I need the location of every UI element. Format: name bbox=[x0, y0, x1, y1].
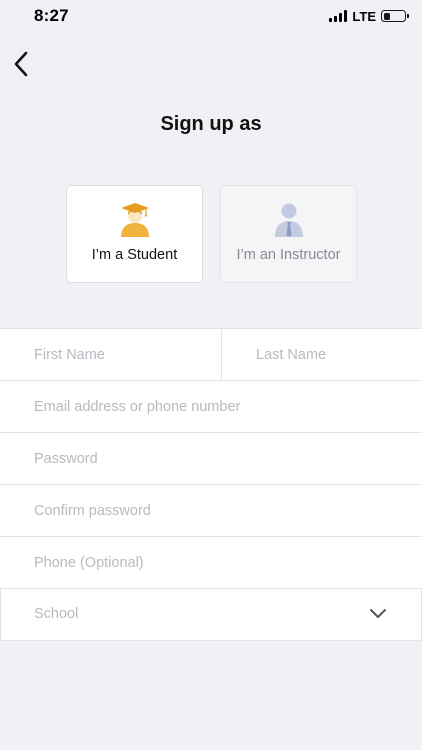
confirm-password-field[interactable] bbox=[0, 485, 422, 536]
instructor-role-label: I’m an Instructor bbox=[236, 247, 341, 263]
confirm-password-row bbox=[0, 485, 422, 537]
page-title: Sign up as bbox=[160, 113, 262, 135]
password-field[interactable] bbox=[0, 433, 422, 484]
status-indicators: LTE bbox=[329, 8, 409, 24]
student-role-card[interactable]: I’m a Student bbox=[66, 185, 203, 283]
signal-icon bbox=[329, 10, 348, 22]
battery-icon bbox=[381, 10, 409, 22]
email-field[interactable] bbox=[0, 381, 422, 432]
network-type: LTE bbox=[352, 8, 376, 24]
instructor-icon bbox=[274, 203, 303, 237]
graduate-icon bbox=[120, 203, 149, 237]
school-placeholder: School bbox=[34, 606, 79, 622]
chevron-left-icon bbox=[14, 51, 28, 77]
back-button[interactable] bbox=[6, 48, 36, 80]
first-name-field[interactable] bbox=[0, 329, 222, 380]
battery-level bbox=[383, 12, 390, 20]
last-name-field[interactable] bbox=[222, 329, 422, 380]
status-bar: 8:27 LTE bbox=[0, 0, 422, 34]
email-row bbox=[0, 381, 422, 433]
instructor-role-card[interactable]: I’m an Instructor bbox=[220, 185, 357, 283]
phone-field[interactable] bbox=[0, 537, 422, 588]
status-time: 8:27 bbox=[34, 6, 69, 25]
phone-row bbox=[0, 537, 422, 589]
name-row bbox=[0, 329, 422, 381]
password-row bbox=[0, 433, 422, 485]
chevron-down-icon bbox=[370, 609, 386, 618]
student-role-label: I’m a Student bbox=[91, 247, 178, 263]
school-select[interactable]: School bbox=[0, 589, 422, 641]
signup-form: School bbox=[0, 328, 422, 641]
